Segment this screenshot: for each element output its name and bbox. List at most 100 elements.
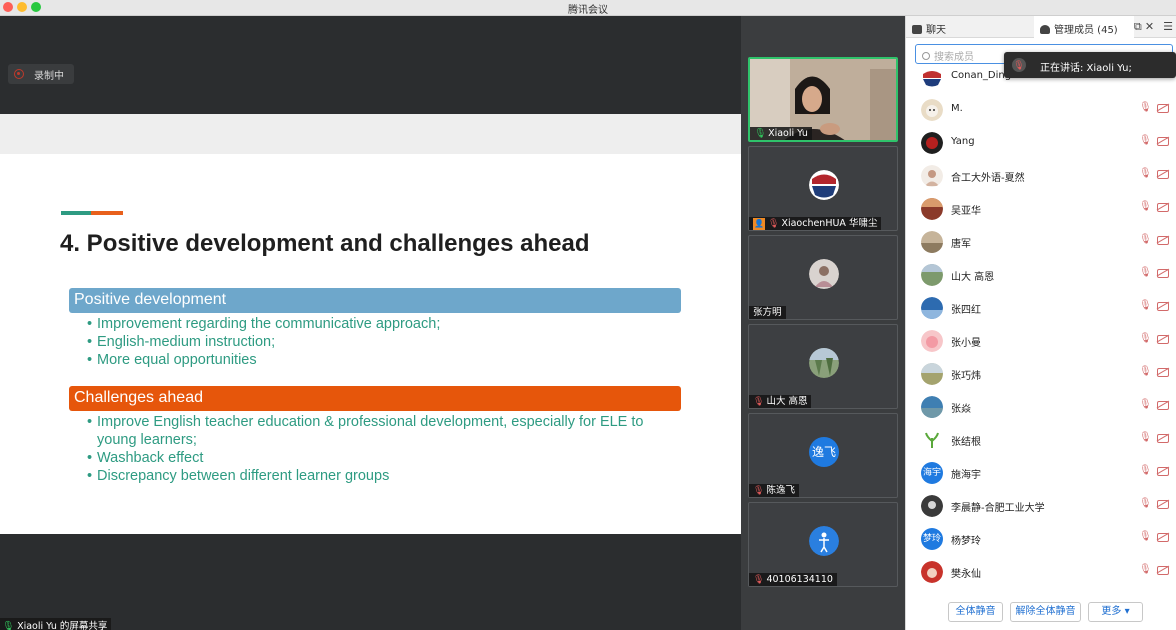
member-row[interactable]: 山大 高恩 🎙 — [906, 258, 1176, 291]
mic-muted-icon[interactable]: 🎙 — [1139, 564, 1152, 578]
mic-muted-icon[interactable]: 🎙 — [1139, 300, 1152, 314]
member-name: 张四红 — [951, 305, 981, 316]
member-name: Yang — [951, 136, 975, 147]
avatar — [809, 526, 839, 556]
list-item: English-medium instruction; — [87, 333, 667, 351]
mic-muted-icon[interactable]: 🎙 — [1139, 168, 1152, 182]
camera-off-icon[interactable] — [1157, 137, 1169, 146]
tab-chat[interactable]: 聊天 — [912, 16, 1032, 38]
member-name: 张结根 — [951, 437, 981, 448]
avatar — [921, 264, 943, 286]
member-row[interactable]: 张四红 🎙 — [906, 291, 1176, 324]
member-row[interactable]: 吴亚华 🎙 — [906, 192, 1176, 225]
member-row[interactable]: 张巧炜 🎙 — [906, 357, 1176, 390]
video-tile-shanda-gaoen[interactable]: 🎙 山大 高恩 — [748, 324, 898, 409]
mic-muted-icon[interactable]: 🎙 — [1139, 432, 1152, 446]
camera-off-icon[interactable] — [1157, 566, 1169, 575]
video-name-label: 🎙 Xiaoli Yu — [750, 127, 812, 140]
video-tile-40106134110[interactable]: 🎙 40106134110 — [748, 502, 898, 587]
avatar — [809, 259, 839, 289]
avatar — [921, 297, 943, 319]
list-item: Improve English teacher education & prof… — [87, 413, 667, 449]
section-heading-challenges: Challenges ahead — [69, 386, 681, 411]
member-row[interactable]: 樊永仙 🎙 — [906, 555, 1176, 588]
camera-off-icon[interactable] — [1157, 104, 1169, 113]
avatar: 逸飞 — [809, 437, 839, 467]
camera-off-icon[interactable] — [1157, 500, 1169, 509]
mic-muted-icon[interactable]: 🎙 — [1139, 135, 1152, 149]
person-icon — [1040, 25, 1050, 34]
member-row[interactable]: 张小曼 🎙 — [906, 324, 1176, 357]
video-tile-xiaochenhua[interactable]: 👤 🎙 XiaochenHUA 华啸尘 — [748, 146, 898, 231]
member-name: 张小曼 — [951, 338, 981, 349]
member-row[interactable]: Yang 🎙 — [906, 126, 1176, 159]
video-tile-chen-yifei[interactable]: 逸飞 🎙 陈逸飞 — [748, 413, 898, 498]
member-row[interactable]: 李晨静-合肥工业大学 🎙 — [906, 489, 1176, 522]
meeting-window: 腾讯会议 录制中 4. Positive development and cha… — [0, 0, 1176, 630]
unmute-all-button[interactable]: 解除全体静音 — [1010, 602, 1081, 622]
host-icon: 👤 — [753, 218, 765, 230]
member-name: 张巧炜 — [951, 371, 981, 382]
member-row[interactable]: 张结根 🎙 — [906, 423, 1176, 456]
recording-badge[interactable]: 录制中 — [8, 64, 74, 84]
mic-muted-icon[interactable]: 🎙 — [1139, 498, 1152, 512]
member-row[interactable]: M. 🎙 — [906, 93, 1176, 126]
mic-muted-icon: 🎙 — [753, 486, 765, 496]
mic-muted-icon[interactable]: 🎙 — [1139, 102, 1152, 116]
camera-off-icon[interactable] — [1157, 269, 1169, 278]
camera-off-icon[interactable] — [1157, 368, 1169, 377]
camera-off-icon[interactable] — [1157, 203, 1169, 212]
member-row[interactable]: 唐军 🎙 — [906, 225, 1176, 258]
mic-muted-icon[interactable]: 🎙 — [1139, 267, 1152, 281]
camera-off-icon[interactable] — [1157, 302, 1169, 311]
mic-muted-icon[interactable]: 🎙 — [1139, 366, 1152, 380]
recording-icon — [14, 69, 24, 79]
avatar — [921, 198, 943, 220]
mic-muted-icon[interactable]: 🎙 — [1139, 399, 1152, 413]
avatar — [921, 165, 943, 187]
mute-all-button[interactable]: 全体静音 — [948, 602, 1003, 622]
list-item: Washback effect — [87, 449, 667, 467]
member-name: 吴亚华 — [951, 206, 981, 217]
screen-share-label: 🎙 Xiaoli Yu 的屏幕共享 — [0, 618, 112, 630]
positive-bullet-list: Improvement regarding the communicative … — [87, 315, 667, 369]
video-tile-zhang-fangming[interactable]: 张方明 — [748, 235, 898, 320]
panel-tools: ⧉ ✕ ☰ — [1134, 20, 1173, 34]
video-name-label: 🎙 40106134110 — [749, 573, 837, 586]
mic-muted-icon[interactable]: 🎙 — [1139, 465, 1152, 479]
camera-off-icon[interactable] — [1157, 401, 1169, 410]
mic-muted-icon[interactable]: 🎙 — [1139, 333, 1152, 347]
avatar — [921, 99, 943, 121]
avatar — [921, 561, 943, 583]
camera-off-icon[interactable] — [1157, 467, 1169, 476]
camera-off-icon[interactable] — [1157, 335, 1169, 344]
member-name: 杨梦玲 — [951, 536, 981, 547]
title-accent-line — [61, 211, 123, 215]
member-row[interactable]: 海宇 施海宇 🎙 — [906, 456, 1176, 489]
video-tile-xiaoli-yu[interactable]: 🎙 Xiaoli Yu — [748, 57, 898, 142]
tab-members[interactable]: 管理成员 (45) — [1034, 16, 1134, 39]
more-button[interactable]: 更多 ▾ — [1088, 602, 1143, 622]
video-gallery: 🎙 Xiaoli Yu 👤 🎙 XiaochenHUA 华啸尘 张方明 🎙 山大… — [741, 16, 905, 630]
member-row[interactable]: 合工大外语-夏然 🎙 — [906, 159, 1176, 192]
camera-off-icon[interactable] — [1157, 533, 1169, 542]
member-row[interactable]: 梦玲 杨梦玲 🎙 — [906, 522, 1176, 555]
shared-screen: 录制中 4. Positive development and challeng… — [0, 16, 741, 630]
camera-off-icon[interactable] — [1157, 170, 1169, 179]
menu-icon[interactable]: ☰ — [1163, 21, 1173, 33]
close-icon[interactable]: ✕ — [1145, 21, 1154, 33]
avatar — [921, 495, 943, 517]
section-heading-positive: Positive development — [69, 288, 681, 313]
popout-icon[interactable]: ⧉ — [1134, 21, 1142, 33]
avatar: 梦玲 — [921, 528, 943, 550]
mic-muted-icon[interactable]: 🎙 — [1139, 201, 1152, 215]
avatar — [921, 66, 943, 88]
member-row[interactable]: 张焱 🎙 — [906, 390, 1176, 423]
camera-off-icon[interactable] — [1157, 434, 1169, 443]
member-name: 合工大外语-夏然 — [951, 173, 1025, 184]
avatar — [921, 132, 943, 154]
mic-muted-icon[interactable]: 🎙 — [1139, 234, 1152, 248]
camera-off-icon[interactable] — [1157, 236, 1169, 245]
speaking-indicator: 🎙 正在讲话: Xiaoli Yu; — [1004, 52, 1176, 78]
mic-muted-icon[interactable]: 🎙 — [1139, 531, 1152, 545]
